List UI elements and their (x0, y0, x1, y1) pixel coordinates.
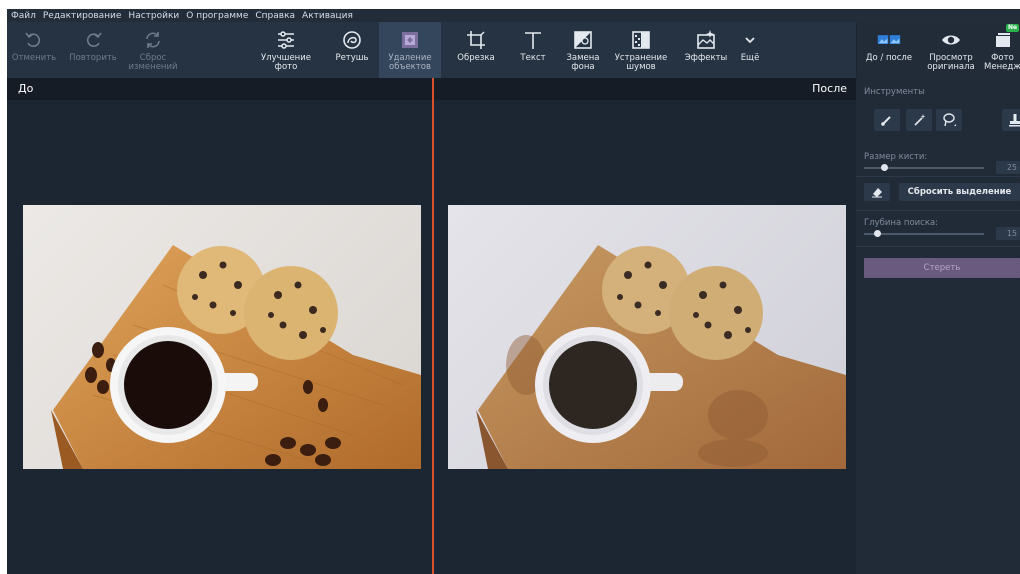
menu-bar: Файл Редактирование Настройки О программ… (7, 9, 1020, 22)
text-icon (521, 28, 545, 52)
before-photo (23, 205, 421, 469)
undo-label: Отменить (11, 53, 57, 63)
after-label: После (812, 82, 847, 95)
after-pane-header: После (433, 78, 856, 100)
view-original-button[interactable]: Просмотр оригинала (926, 22, 976, 78)
before-after-icon (877, 28, 901, 52)
app-window: Файл Редактирование Настройки О программ… (7, 9, 1020, 574)
redo-label: Повторить (69, 53, 117, 63)
reset-changes-label: Сброс изменений (128, 53, 178, 72)
stamp-tool-button[interactable] (1002, 109, 1020, 131)
search-depth-value[interactable]: 15 (996, 227, 1020, 240)
brush-tool-button[interactable] (874, 109, 900, 131)
retouch-label: Ретушь (335, 53, 369, 63)
retouch-icon (340, 28, 364, 52)
denoise-icon (629, 28, 653, 52)
search-depth-handle[interactable] (873, 230, 881, 237)
redo-button[interactable]: Повторить (66, 22, 120, 78)
brush-icon (881, 116, 891, 126)
after-photo (448, 205, 846, 469)
before-after-button[interactable]: До / после (865, 22, 913, 78)
new-badge: Ne (1006, 24, 1020, 32)
before-pane-header: До (7, 78, 433, 100)
lasso-tool-button[interactable] (936, 109, 962, 131)
lasso-icon (943, 113, 956, 127)
brush-size-slider[interactable] (864, 164, 984, 171)
refresh-icon (141, 28, 165, 52)
chevron-down-icon (738, 28, 762, 52)
menu-edit[interactable]: Редактирование (43, 11, 122, 21)
magic-wand-button[interactable] (906, 109, 932, 131)
menu-file[interactable]: Файл (11, 11, 36, 21)
stamp-icon (1009, 114, 1020, 127)
remove-objects-icon (398, 28, 422, 52)
retouch-button[interactable]: Ретушь (325, 22, 379, 78)
view-original-label: Просмотр оригинала (927, 53, 975, 72)
denoise-button[interactable]: Устранение шумов (610, 22, 672, 78)
background-replace-button[interactable]: Замена фона (559, 22, 607, 78)
crop-button[interactable]: Обрезка (451, 22, 501, 78)
menu-settings[interactable]: Настройки (128, 11, 179, 21)
effects-icon (694, 28, 718, 52)
tools-panel: Инструменты Размер кисти: 25 Сбросить вы… (856, 78, 1020, 574)
before-after-label: До / после (865, 53, 913, 63)
tools-title: Инструменты (864, 87, 925, 97)
erase-button[interactable]: Стереть (864, 258, 1020, 278)
more-button[interactable]: Ещё (733, 22, 767, 78)
photo-manager-label: Фото Менедж (984, 53, 1020, 72)
brush-size-value[interactable]: 25 (996, 161, 1020, 174)
sliders-icon (274, 28, 298, 52)
reset-selection-button[interactable]: Сбросить выделение (899, 183, 1020, 201)
remove-objects-label: Удаление объектов (388, 53, 432, 72)
compare-divider[interactable] (432, 78, 434, 574)
more-label: Ещё (740, 53, 760, 63)
before-label: До (18, 82, 34, 95)
eraser-icon (872, 188, 882, 198)
background-replace-label: Замена фона (566, 53, 600, 72)
toolbar: Отменить Повторить Сброс изменений Улучш… (7, 22, 1020, 78)
brush-size-label: Размер кисти: (864, 152, 928, 162)
reset-changes-button[interactable]: Сброс изменений (125, 22, 181, 78)
undo-icon (22, 28, 46, 52)
text-label: Текст (520, 53, 546, 63)
eraser-tool-button[interactable] (864, 183, 890, 201)
text-button[interactable]: Текст (512, 22, 554, 78)
menu-activation[interactable]: Активация (302, 11, 353, 21)
panel-divider (856, 210, 1020, 211)
enhance-photo-label: Улучшение фото (261, 53, 311, 72)
crop-icon (464, 28, 488, 52)
remove-objects-button[interactable]: Удаление объектов (379, 22, 441, 78)
menu-help[interactable]: Справка (255, 11, 295, 21)
panel-divider (856, 176, 1020, 177)
toolbar-view-section: До / после Просмотр оригинала Ne Фото Ме… (857, 22, 1020, 78)
photo-manager-button[interactable]: Ne Фото Менедж (984, 22, 1020, 78)
redo-icon (81, 28, 105, 52)
background-replace-icon (571, 28, 595, 52)
brush-size-handle[interactable] (880, 164, 888, 171)
search-depth-label: Глубина поиска: (864, 218, 939, 228)
menu-about[interactable]: О программе (186, 11, 248, 21)
panel-divider (856, 246, 1020, 247)
search-depth-slider[interactable] (864, 230, 984, 237)
denoise-label: Устранение шумов (614, 53, 668, 72)
effects-button[interactable]: Эффекты (680, 22, 732, 78)
magic-wand-icon (914, 114, 926, 126)
eye-icon (939, 28, 963, 52)
enhance-photo-button[interactable]: Улучшение фото (256, 22, 316, 78)
crop-label: Обрезка (457, 53, 495, 63)
undo-button[interactable]: Отменить (9, 22, 59, 78)
effects-label: Эффекты (684, 53, 728, 63)
